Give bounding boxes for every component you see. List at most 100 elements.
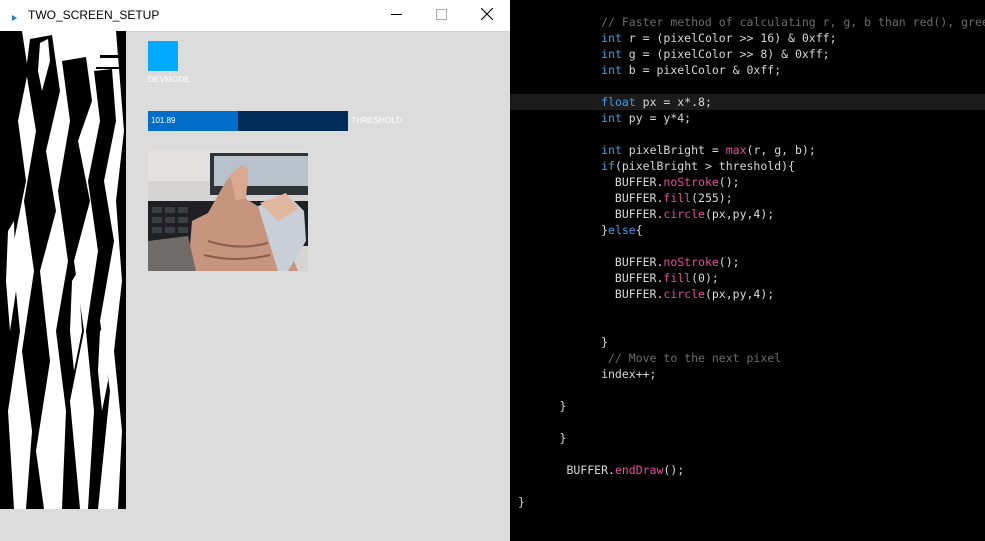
window-title: TWO_SCREEN_SETUP	[28, 8, 160, 22]
close-icon	[480, 7, 494, 25]
code-token-plain: }	[518, 335, 609, 349]
code-token-func: fill	[663, 271, 692, 285]
code-line[interactable]: }	[518, 334, 985, 350]
code-token-plain: {	[635, 223, 643, 237]
code-line[interactable]: BUFFER.fill(255);	[518, 190, 985, 206]
code-token-plain: ();	[718, 175, 740, 189]
threshold-slider[interactable]: 101.89	[148, 111, 348, 131]
code-token-func: endDraw	[614, 463, 664, 477]
code-line[interactable]: }else{	[518, 222, 985, 238]
code-token-plain: (255);	[691, 191, 733, 205]
sketch-window: TWO_SCREEN_SETUP DEVMODE 101.89 THRESHOL…	[0, 0, 510, 541]
code-line[interactable]: int r = (pixelColor >> 16) & 0xff;	[518, 30, 985, 46]
code-token-plain: BUFFER.	[518, 207, 664, 221]
code-line[interactable]	[518, 78, 985, 94]
code-token-func: noStroke	[663, 255, 719, 269]
code-token-type: int	[601, 143, 622, 157]
code-line[interactable]: int g = (pixelColor >> 8) & 0xff;	[518, 46, 985, 62]
code-token-plain: pixelBright =	[621, 143, 726, 157]
code-line[interactable]	[518, 318, 985, 334]
code-line[interactable]: }	[518, 398, 985, 414]
code-line[interactable]	[518, 414, 985, 430]
camera-preview	[148, 151, 308, 271]
code-token-plain: BUFFER.	[518, 191, 664, 205]
maximize-button[interactable]	[418, 0, 464, 31]
code-line[interactable]: int py = y*4;	[518, 110, 985, 126]
threshold-value: 101.89	[151, 116, 176, 125]
code-line[interactable]: BUFFER.circle(px,py,4);	[518, 206, 985, 222]
code-line[interactable]: }	[518, 494, 985, 510]
code-line[interactable]: float px = x*.8;	[518, 94, 985, 110]
code-token-type: int	[601, 63, 622, 77]
code-line[interactable]: if(pixelBright > threshold){	[518, 158, 985, 174]
code-token-plain: px = x*.8;	[635, 95, 712, 109]
code-token-plain: }	[518, 431, 567, 445]
code-token-plain: py = y*4;	[621, 111, 692, 125]
devmode-toggle-button[interactable]	[148, 41, 178, 71]
code-line[interactable]	[518, 126, 985, 142]
code-token-plain: ();	[718, 255, 740, 269]
code-token-plain: BUFFER.	[518, 463, 615, 477]
code-token-plain: (pixelBright > threshold){	[614, 159, 795, 173]
code-token-keyword: if	[601, 159, 615, 173]
code-line[interactable]: int pixelBright = max(r, g, b);	[518, 142, 985, 158]
code-token-plain: ();	[663, 463, 685, 477]
close-button[interactable]	[464, 0, 510, 31]
code-line[interactable]	[518, 446, 985, 462]
code-token-comment: // Move to the next pixel	[518, 351, 782, 365]
code-token-type: float	[601, 95, 636, 109]
code-token-type: int	[601, 31, 622, 45]
code-token-keyword: else	[608, 223, 636, 237]
code-token-func: circle	[663, 287, 705, 301]
code-line[interactable]	[518, 238, 985, 254]
code-token-plain: BUFFER.	[518, 287, 664, 301]
code-token-plain: }	[518, 495, 525, 509]
code-token-plain: BUFFER.	[518, 271, 664, 285]
code-lines: // Faster method of calculating r, g, b …	[518, 14, 985, 510]
code-token-type: int	[601, 47, 622, 61]
code-token-plain: }	[518, 399, 567, 413]
devmode-label: DEVMODE	[148, 75, 190, 84]
code-token-type: int	[601, 111, 622, 125]
app-icon	[9, 10, 19, 21]
code-token-plain: g = (pixelColor >> 8) & 0xff;	[621, 47, 830, 61]
code-token-plain: BUFFER.	[518, 175, 664, 189]
code-line[interactable]: int b = pixelColor & 0xff;	[518, 62, 985, 78]
code-line[interactable]	[518, 382, 985, 398]
minimize-button[interactable]	[373, 0, 419, 31]
maximize-icon	[435, 7, 447, 25]
code-token-plain: BUFFER.	[518, 255, 664, 269]
code-line[interactable]: BUFFER.noStroke();	[518, 174, 985, 190]
code-token-func: circle	[663, 207, 705, 221]
code-line[interactable]: // Move to the next pixel	[518, 350, 985, 366]
code-token-plain: (r, g, b);	[746, 143, 816, 157]
code-line[interactable]: BUFFER.endDraw();	[518, 462, 985, 478]
code-line[interactable]: index++;	[518, 366, 985, 382]
code-line[interactable]: }	[518, 430, 985, 446]
code-token-plain: (px,py,4);	[704, 207, 775, 221]
code-line[interactable]	[518, 302, 985, 318]
code-token-func: fill	[663, 191, 692, 205]
code-token-comment: // Faster method of calculating r, g, b …	[601, 15, 985, 29]
code-line[interactable]: // Faster method of calculating r, g, b …	[518, 14, 985, 30]
code-line[interactable]: BUFFER.circle(px,py,4);	[518, 286, 985, 302]
code-editor[interactable]: // Faster method of calculating r, g, b …	[510, 0, 985, 541]
code-line[interactable]	[518, 478, 985, 494]
code-token-plain: (px,py,4);	[704, 287, 775, 301]
code-line[interactable]: BUFFER.noStroke();	[518, 254, 985, 270]
minimize-icon	[390, 7, 402, 25]
code-token-plain: b = pixelColor & 0xff;	[621, 63, 782, 77]
threshold-render-canvas	[0, 31, 126, 509]
threshold-label: THRESHOLD	[351, 116, 403, 125]
code-line[interactable]: BUFFER.fill(0);	[518, 270, 985, 286]
code-token-plain: (0);	[691, 271, 719, 285]
code-token-plain: }	[518, 223, 609, 237]
title-bar[interactable]: TWO_SCREEN_SETUP	[0, 0, 510, 32]
